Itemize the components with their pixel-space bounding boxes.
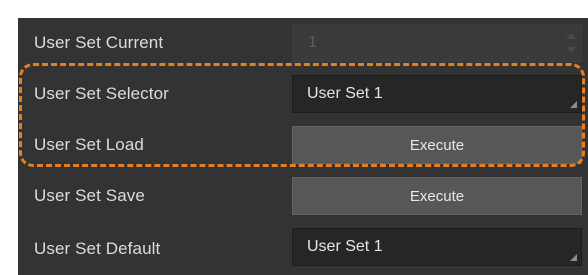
user-set-selector-label: User Set Selector <box>34 84 169 103</box>
spinner-up-icon[interactable] <box>566 33 576 39</box>
user-set-selector-dropdown[interactable]: User Set 1 <box>292 75 582 113</box>
user-set-current-label: User Set Current <box>34 33 164 52</box>
row-user-set-default: User Set Default User Set 1 <box>18 222 588 275</box>
dropdown-corner-icon <box>570 101 577 108</box>
row-user-set-load: User Set Load Execute <box>18 120 588 170</box>
user-set-current-input[interactable]: 1 <box>292 24 582 62</box>
user-set-default-value: User Set 1 <box>307 238 383 255</box>
user-set-default-label: User Set Default <box>34 238 161 258</box>
user-set-current-spinner[interactable] <box>565 29 577 57</box>
dropdown-corner-icon <box>570 254 577 261</box>
user-set-load-execute-button[interactable]: Execute <box>292 126 582 164</box>
user-set-current-value: 1 <box>308 34 317 51</box>
row-user-set-selector: User Set Selector User Set 1 <box>18 69 588 119</box>
user-set-selector-value: User Set 1 <box>307 85 383 102</box>
user-set-load-label: User Set Load <box>34 135 144 154</box>
user-set-save-execute-button[interactable]: Execute <box>292 177 582 215</box>
user-set-save-label: User Set Save <box>34 186 145 205</box>
user-set-default-dropdown[interactable]: User Set 1 <box>292 228 582 266</box>
spinner-down-icon[interactable] <box>566 47 576 53</box>
row-user-set-current: User Set Current 1 <box>18 18 588 68</box>
row-user-set-save: User Set Save Execute <box>18 171 588 221</box>
user-set-properties-panel: User Set Current 1 User Set Selector Use… <box>18 18 588 275</box>
